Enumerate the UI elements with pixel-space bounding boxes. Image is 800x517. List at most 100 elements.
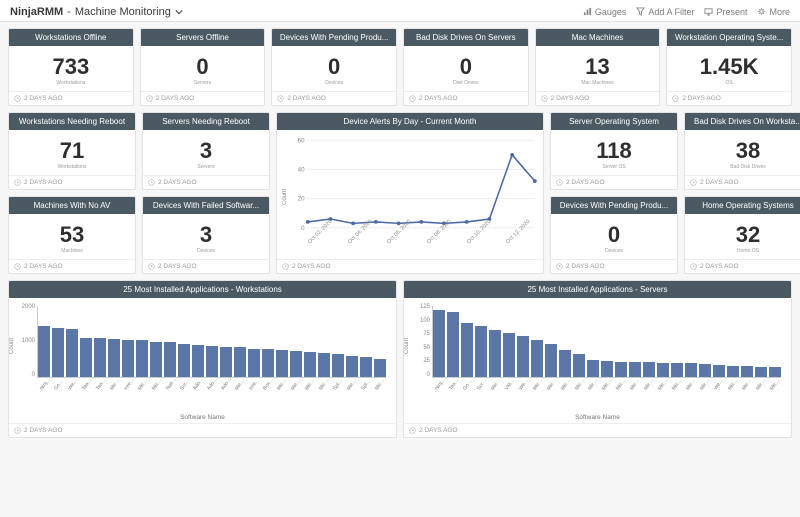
stat-body: 3Servers bbox=[143, 130, 269, 175]
bar-chart-servers[interactable]: 25 Most Installed Applications - Servers… bbox=[403, 280, 792, 438]
bar[interactable] bbox=[276, 350, 288, 377]
bar[interactable] bbox=[332, 354, 344, 377]
bar[interactable] bbox=[587, 360, 599, 377]
stat-panel[interactable]: Machines With No AV53Machines2 DAYS AGO bbox=[8, 196, 136, 274]
bar[interactable] bbox=[671, 363, 683, 377]
stat-panel[interactable]: Workstation Operating Syste...1.45KOS2 D… bbox=[666, 28, 792, 106]
stat-panel[interactable]: Home Operating Systems32Home OS2 DAYS AG… bbox=[684, 196, 800, 274]
bar[interactable] bbox=[234, 347, 246, 377]
clock-icon bbox=[409, 427, 416, 434]
bar[interactable] bbox=[503, 333, 515, 377]
panel-footer: 2 DAYS AGO bbox=[143, 175, 269, 189]
bar[interactable] bbox=[122, 340, 134, 377]
bar[interactable] bbox=[615, 362, 627, 377]
stat-panel[interactable]: Workstations Needing Reboot71Workstation… bbox=[8, 112, 136, 190]
bar-chart-workstations[interactable]: 25 Most Installed Applications - Worksta… bbox=[8, 280, 397, 438]
bar[interactable] bbox=[192, 345, 204, 377]
bar[interactable] bbox=[136, 340, 148, 377]
bar[interactable] bbox=[755, 367, 767, 377]
stat-panel[interactable]: Devices With Pending Produ...0Devices2 D… bbox=[271, 28, 397, 106]
bar[interactable] bbox=[206, 346, 218, 377]
bar[interactable] bbox=[559, 350, 571, 377]
gauges-button[interactable]: Gauges bbox=[583, 7, 627, 17]
stat-caption: Mac Machines bbox=[581, 80, 613, 86]
clock-icon bbox=[14, 263, 21, 270]
bar[interactable] bbox=[573, 354, 585, 377]
stat-panel[interactable]: Devices With Pending Produ...0Devices2 D… bbox=[550, 196, 678, 274]
bar[interactable] bbox=[741, 366, 753, 377]
bar[interactable] bbox=[164, 342, 176, 377]
toolbar-actions: Gauges Add A Filter Present More bbox=[583, 7, 790, 17]
bar[interactable] bbox=[38, 326, 50, 377]
line-chart-panel[interactable]: Device Alerts By Day - Current Month Cou… bbox=[276, 112, 544, 274]
clock-icon bbox=[14, 427, 21, 434]
bar[interactable] bbox=[629, 362, 641, 377]
bar[interactable] bbox=[643, 362, 655, 377]
bar[interactable] bbox=[66, 329, 78, 377]
bar[interactable] bbox=[517, 336, 529, 377]
stat-panel[interactable]: Workstations Offline733Workstations2 DAY… bbox=[8, 28, 134, 106]
bar[interactable] bbox=[489, 330, 501, 377]
bar[interactable] bbox=[769, 367, 781, 377]
stat-panel[interactable]: Servers Needing Reboot3Servers2 DAYS AGO bbox=[142, 112, 270, 190]
bar[interactable] bbox=[346, 356, 358, 377]
stat-panel[interactable]: Bad Disk Drives On Servers0Disk Drives2 … bbox=[403, 28, 529, 106]
clock-icon bbox=[14, 179, 21, 186]
stat-panel[interactable]: Bad Disk Drives On Worksta...38Bad Disk … bbox=[684, 112, 800, 190]
stat-panel[interactable]: Server Operating System118Server OS2 DAY… bbox=[550, 112, 678, 190]
bar[interactable] bbox=[360, 357, 372, 377]
panel-footer: 2 DAYS AGO bbox=[9, 91, 133, 105]
bar[interactable] bbox=[374, 359, 386, 377]
panel-header: Home Operating Systems bbox=[685, 197, 800, 214]
panel-header: Servers Needing Reboot bbox=[143, 113, 269, 130]
stat-caption: OS bbox=[726, 80, 733, 86]
bar[interactable] bbox=[262, 349, 274, 377]
stats-row-1: Workstations Offline733Workstations2 DAY… bbox=[8, 28, 792, 106]
bar[interactable] bbox=[220, 347, 232, 377]
panel-footer: 2 DAYS AGO bbox=[9, 175, 135, 189]
stat-panel[interactable]: Servers Offline0Servers2 DAYS AGO bbox=[140, 28, 266, 106]
panel-footer: 2 DAYS AGO bbox=[9, 259, 135, 273]
stat-body: 53Machines bbox=[9, 214, 135, 259]
clock-icon bbox=[672, 95, 679, 102]
panel-footer: 2 DAYS AGO bbox=[551, 259, 677, 273]
add-filter-button[interactable]: Add A Filter bbox=[636, 7, 694, 17]
more-button[interactable]: More bbox=[757, 7, 790, 17]
svg-text:60: 60 bbox=[298, 137, 305, 144]
stat-panel[interactable]: Devices With Failed Softwar...3Devices2 … bbox=[142, 196, 270, 274]
bar[interactable] bbox=[433, 310, 445, 377]
bar[interactable] bbox=[94, 338, 106, 377]
x-axis-label: Software Name bbox=[15, 414, 390, 423]
bar[interactable] bbox=[713, 365, 725, 377]
bar[interactable] bbox=[699, 364, 711, 377]
stat-caption: Servers bbox=[194, 80, 211, 86]
bar[interactable] bbox=[727, 366, 739, 377]
bar[interactable] bbox=[531, 340, 543, 377]
stat-panel[interactable]: Mac Machines13Mac Machines2 DAYS AGO bbox=[535, 28, 661, 106]
bar[interactable] bbox=[545, 344, 557, 377]
bar[interactable] bbox=[601, 361, 613, 377]
stat-body: 32Home OS bbox=[685, 214, 800, 259]
bar[interactable] bbox=[178, 344, 190, 377]
clock-icon bbox=[541, 95, 548, 102]
bar[interactable] bbox=[52, 328, 64, 377]
bar[interactable] bbox=[685, 363, 697, 377]
bar[interactable] bbox=[318, 353, 330, 377]
bar[interactable] bbox=[447, 312, 459, 377]
panel-header: Machines With No AV bbox=[9, 197, 135, 214]
stat-value: 53 bbox=[60, 224, 84, 246]
bar[interactable] bbox=[304, 352, 316, 377]
present-button[interactable]: Present bbox=[704, 7, 747, 17]
bar[interactable] bbox=[475, 326, 487, 377]
dashboard-title[interactable]: NinjaRMM - Machine Monitoring bbox=[10, 6, 183, 18]
bar[interactable] bbox=[290, 351, 302, 377]
bar[interactable] bbox=[80, 338, 92, 377]
bar[interactable] bbox=[248, 349, 260, 377]
bar[interactable] bbox=[657, 363, 669, 377]
bar[interactable] bbox=[108, 339, 120, 377]
stat-value: 3 bbox=[200, 224, 212, 246]
bar[interactable] bbox=[150, 342, 162, 378]
stat-body: 0Devices bbox=[551, 214, 677, 259]
bar[interactable] bbox=[461, 323, 473, 377]
page-title: Machine Monitoring bbox=[75, 6, 171, 18]
